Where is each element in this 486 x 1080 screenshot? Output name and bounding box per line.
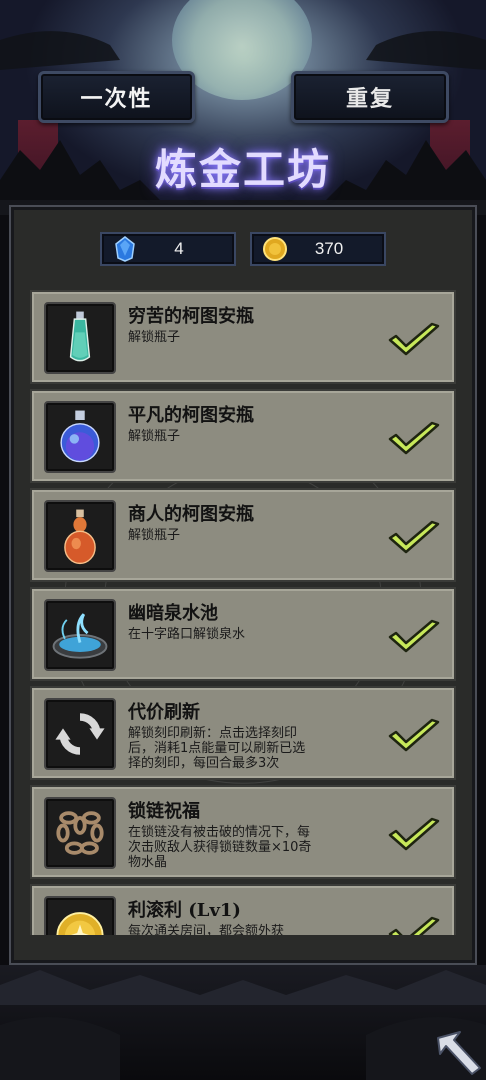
item-title: 代价刷新	[128, 702, 200, 723]
gourd-flask-icon	[44, 500, 116, 572]
item-description: 在十字路口解锁泉水	[128, 627, 246, 642]
checkmark-icon	[388, 322, 440, 356]
gem-count: 4	[174, 239, 184, 258]
item-description: 解锁刻印刷新：点击选择刻印后，消耗1点能量可以刷新已选择的刻印，每回合最多3次	[128, 726, 306, 771]
list-item[interactable]: 平凡的柯图安瓶 解锁瓶子	[30, 389, 456, 483]
item-description: 解锁瓶子	[128, 330, 181, 345]
footer-ornament	[0, 965, 486, 1080]
gold-coin-stack-icon	[44, 896, 116, 935]
checkmark-icon	[388, 520, 440, 554]
item-title: 锁链祝福	[128, 801, 200, 822]
list-item[interactable]: 锁链祝福 在锁链没有被击破的情况下，每次击败敌人获得锁链数量×10奇物水晶	[30, 785, 456, 879]
tab-repeat-label: 重复	[345, 86, 394, 112]
item-title: 平凡的柯图安瓶	[128, 405, 254, 426]
coin-counter: 370	[250, 232, 386, 266]
refresh-icon	[44, 698, 116, 770]
checkmark-icon	[388, 916, 440, 935]
coin-count: 370	[314, 239, 344, 258]
item-description: 每次通关房间，都会额外获	[128, 924, 285, 935]
item-title: 利滚利 (Lv1)	[128, 900, 241, 921]
checkmark-icon	[388, 619, 440, 653]
checkmark-icon	[388, 421, 440, 455]
item-description: 在锁链没有被击破的情况下，每次击败敌人获得锁链数量×10奇物水晶	[128, 825, 312, 870]
list-item[interactable]: 代价刷新 解锁刻印刷新：点击选择刻印后，消耗1点能量可以刷新已选择的刻印，每回合…	[30, 686, 456, 780]
checkmark-icon	[388, 817, 440, 851]
list-item[interactable]: 利滚利 (Lv1) 每次通关房间，都会额外获	[30, 884, 456, 935]
list-item[interactable]: 商人的柯图安瓶 解锁瓶子	[30, 488, 456, 582]
item-title: 商人的柯图安瓶	[128, 504, 254, 525]
page-title: 炼金工坊	[154, 145, 331, 194]
tab-repeat[interactable]: 重复	[291, 71, 449, 123]
checkmark-icon	[388, 718, 440, 752]
round-flask-icon	[44, 401, 116, 473]
tab-one-time-label: 一次性	[80, 86, 153, 112]
list-item[interactable]: 穷苦的柯图安瓶 解锁瓶子	[30, 290, 456, 384]
blue-gem-icon	[115, 236, 135, 262]
tab-one-time[interactable]: 一次性	[38, 71, 195, 123]
gold-coin-icon	[263, 237, 287, 261]
gem-counter: 4	[100, 232, 236, 266]
item-description: 解锁瓶子	[128, 429, 181, 444]
item-description: 解锁瓶子	[128, 528, 181, 543]
fountain-icon	[44, 599, 116, 671]
back-arrow-icon[interactable]	[434, 1028, 484, 1078]
thin-bottle-icon	[44, 302, 116, 374]
chain-icon	[44, 797, 116, 869]
upgrade-list[interactable]: 穷苦的柯图安瓶 解锁瓶子 平凡的柯图安瓶 解锁瓶子 商人的柯图安瓶 解锁瓶子 幽…	[30, 290, 456, 935]
list-item[interactable]: 幽暗泉水池 在十字路口解锁泉水	[30, 587, 456, 681]
item-title: 穷苦的柯图安瓶	[128, 306, 254, 327]
item-title: 幽暗泉水池	[128, 603, 218, 624]
